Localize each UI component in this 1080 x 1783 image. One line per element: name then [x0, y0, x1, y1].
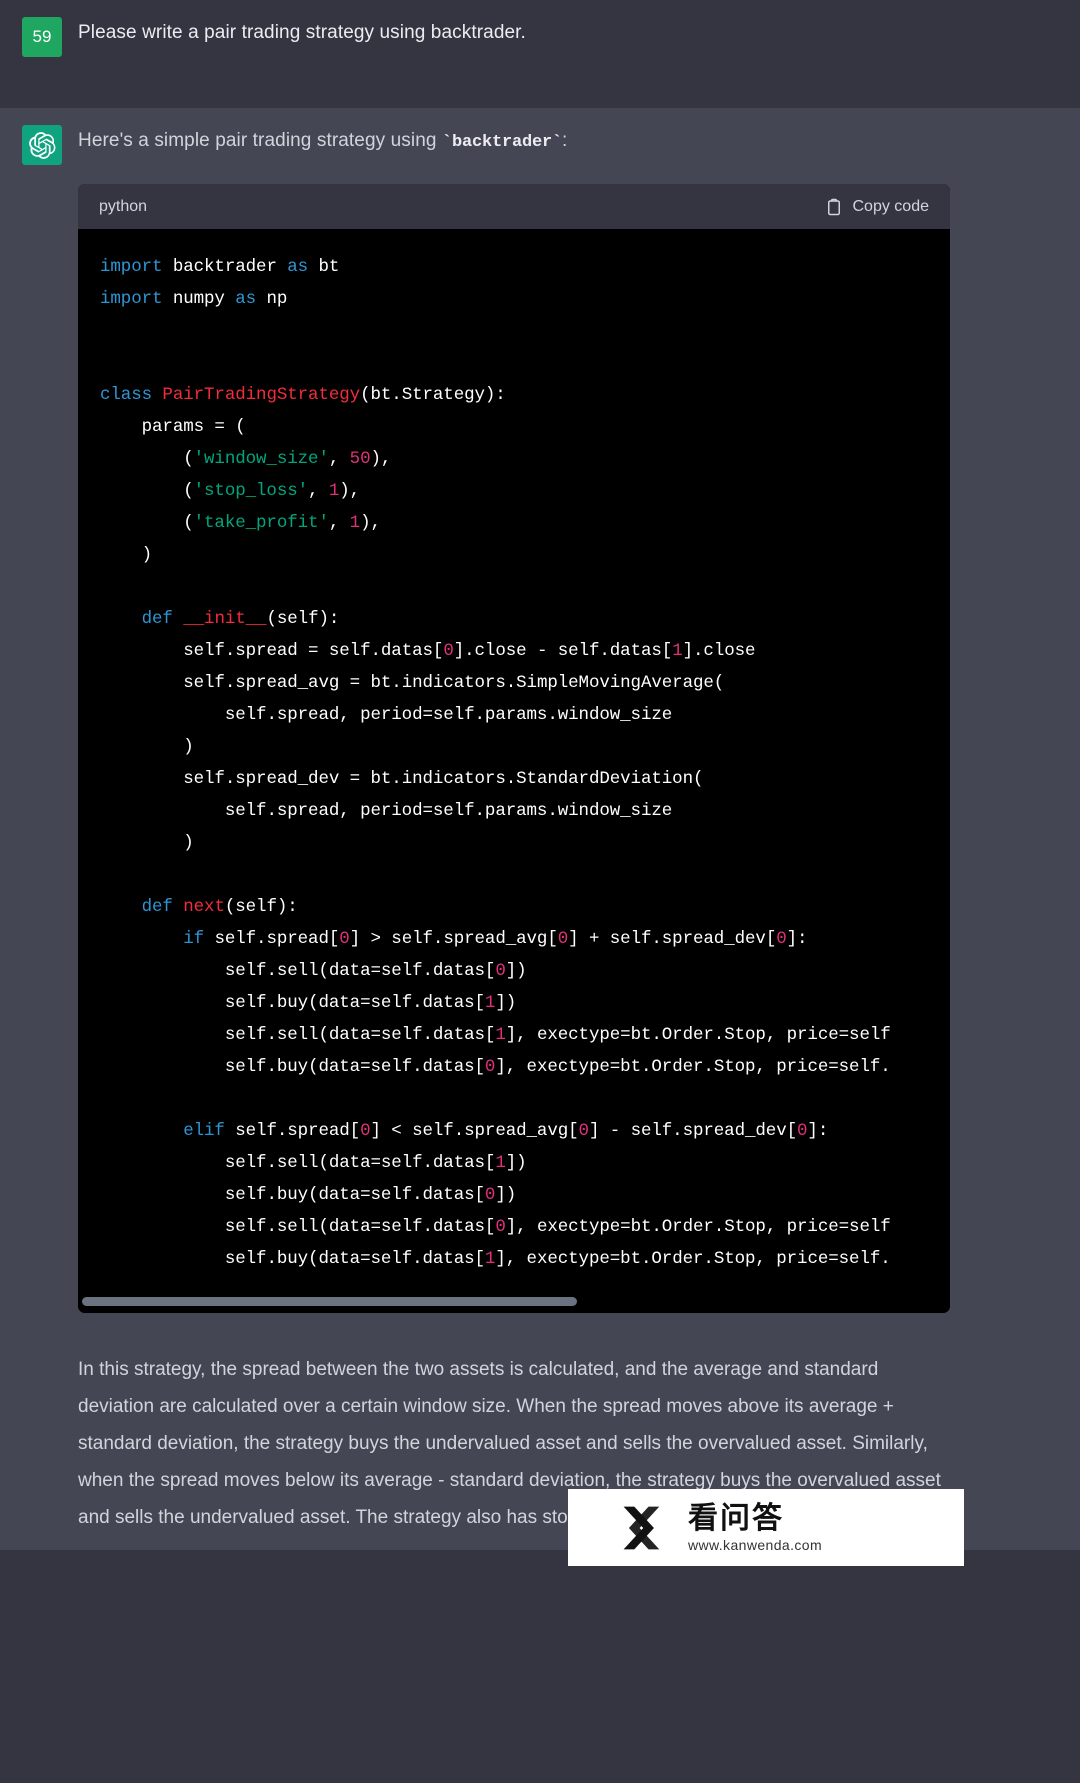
code-block-body: import backtrader as bt import numpy as … [78, 229, 950, 1289]
code-content[interactable]: import backtrader as bt import numpy as … [78, 251, 950, 1275]
code-language-label: python [99, 197, 148, 215]
user-avatar-column: 59 [0, 0, 78, 108]
kanwenda-logo-icon [618, 1503, 672, 1553]
assistant-intro-suffix: : [561, 130, 568, 151]
openai-logo-icon [22, 125, 62, 165]
code-horizontal-scrollbar[interactable] [78, 1289, 950, 1313]
user-message-turn: 59 Please write a pair trading strategy … [0, 0, 1080, 108]
user-message-column: Please write a pair trading strategy usi… [78, 0, 1080, 108]
user-message-text: Please write a pair trading strategy usi… [78, 22, 526, 43]
assistant-intro-prefix: Here's a simple pair trading strategy us… [78, 130, 442, 151]
code-block-header: python Copy code [78, 184, 950, 229]
watermark-texts: 看问答 www.kanwenda.com [688, 1502, 822, 1554]
clipboard-icon [825, 198, 843, 216]
user-badge-icon: 59 [22, 17, 62, 57]
watermark-overlay: 看问答 www.kanwenda.com [568, 1489, 964, 1566]
chat-page: 59 Please write a pair trading strategy … [0, 0, 1080, 1783]
code-block: python Copy code import backtrader as bt… [78, 184, 950, 1313]
copy-code-label: Copy code [852, 197, 930, 215]
assistant-message-turn: Here's a simple pair trading strategy us… [0, 108, 1080, 1550]
code-scrollbar-thumb[interactable] [82, 1296, 577, 1306]
copy-code-button[interactable]: Copy code [825, 197, 930, 216]
inline-code-text: backtrader [451, 133, 552, 152]
assistant-avatar-column [0, 108, 78, 1550]
watermark-url: www.kanwenda.com [688, 1536, 823, 1553]
inline-code-backtrader: `backtrader` [441, 133, 562, 152]
watermark-title: 看问答 [688, 1501, 784, 1535]
assistant-intro-text: Here's a simple pair trading strategy us… [78, 122, 1052, 158]
assistant-message-column: Here's a simple pair trading strategy us… [78, 108, 1080, 1550]
user-avatar-label: 59 [32, 27, 52, 46]
